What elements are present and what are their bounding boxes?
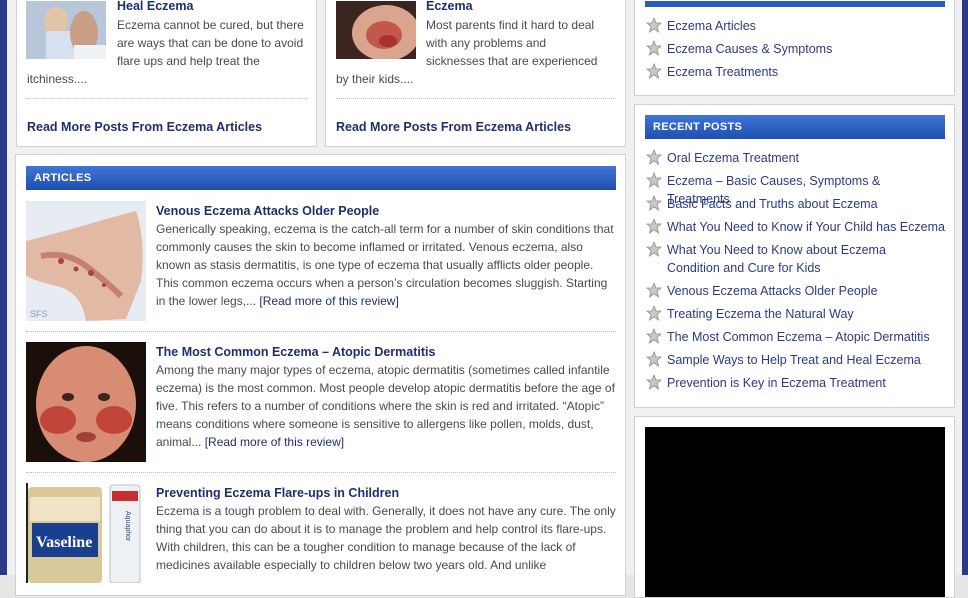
star-icon bbox=[646, 328, 662, 344]
article-title-2[interactable]: The Most Common Eczema – Atopic Dermatit… bbox=[156, 345, 435, 359]
recent-post-item[interactable]: Sample Ways to Help Treat and Heal Eczem… bbox=[646, 351, 921, 369]
star-icon bbox=[646, 305, 662, 321]
excerpt-line: are ways that can be done to avoid bbox=[117, 36, 304, 50]
video-player[interactable] bbox=[645, 427, 945, 597]
excerpt-line: Most parents find it hard to deal bbox=[426, 18, 595, 32]
excerpt-line: Eczema cannot be cured, but there bbox=[117, 18, 304, 32]
star-icon bbox=[646, 195, 662, 211]
recent-post-link[interactable]: The Most Common Eczema – Atopic Dermatit… bbox=[667, 328, 930, 346]
star-icon bbox=[646, 351, 662, 367]
star-icon bbox=[646, 241, 662, 257]
recent-post-link[interactable]: Treating Eczema the Natural Way bbox=[667, 305, 854, 323]
articles-section: ARTICLES SFS Venous Eczema Attacks Older… bbox=[15, 154, 626, 596]
top-post-excerpt-tail-1: itchiness.... bbox=[27, 72, 88, 86]
video-widget bbox=[634, 416, 955, 598]
recent-post-link[interactable]: Prevention is Key in Eczema Treatment bbox=[667, 374, 886, 392]
recent-post-link[interactable]: Oral Eczema Treatment bbox=[667, 149, 799, 167]
recent-post-item[interactable]: What You Need to Know if Your Child has … bbox=[646, 218, 945, 236]
star-icon bbox=[646, 63, 662, 79]
top-post-card-2: Eczema Most parents find it hard to deal… bbox=[325, 0, 626, 147]
category-item[interactable]: Eczema Causes & Symptoms bbox=[646, 40, 832, 58]
top-post-title-2[interactable]: Eczema bbox=[426, 0, 473, 13]
recent-post-link[interactable]: What You Need to Know about Eczema Condi… bbox=[667, 241, 942, 277]
article-title-1[interactable]: Venous Eczema Attacks Older People bbox=[156, 204, 379, 218]
thumbnail-caption: SFS bbox=[30, 309, 48, 319]
excerpt-line: with any problems and bbox=[426, 36, 547, 50]
article-read-more-2[interactable]: [Read more of this review] bbox=[205, 435, 344, 449]
category-label[interactable]: Eczema Articles bbox=[667, 17, 756, 35]
article-title-3[interactable]: Preventing Eczema Flare-ups in Children bbox=[156, 486, 399, 500]
recent-posts-header: RECENT POSTS bbox=[645, 115, 945, 139]
recent-post-item[interactable]: Oral Eczema Treatment bbox=[646, 149, 799, 167]
recent-post-link[interactable]: What You Need to Know if Your Child has … bbox=[667, 218, 945, 236]
category-label[interactable]: Eczema Treatments bbox=[667, 63, 778, 81]
recent-post-item[interactable]: Prevention is Key in Eczema Treatment bbox=[646, 374, 886, 392]
article-thumbnail-1[interactable]: SFS bbox=[26, 201, 146, 321]
top-post-excerpt-2: Most parents find it hard to deal with a… bbox=[426, 16, 621, 70]
article-body: Eczema is a tough problem to deal with. … bbox=[156, 504, 616, 572]
star-icon bbox=[646, 17, 662, 33]
star-icon bbox=[646, 374, 662, 390]
divider bbox=[336, 98, 616, 99]
categories-widget: Eczema Articles Eczema Causes & Symptoms… bbox=[634, 0, 955, 96]
recent-post-link[interactable]: Sample Ways to Help Treat and Heal Eczem… bbox=[667, 351, 921, 369]
recent-post-item[interactable]: Venous Eczema Attacks Older People bbox=[646, 282, 878, 300]
star-icon bbox=[646, 282, 662, 298]
top-post-thumbnail-1[interactable] bbox=[26, 1, 106, 59]
page-frame-right bbox=[962, 0, 968, 575]
category-label[interactable]: Eczema Causes & Symptoms bbox=[667, 40, 832, 58]
recent-post-item[interactable]: The Most Common Eczema – Atopic Dermatit… bbox=[646, 328, 930, 346]
vaseline-label: Vaseline bbox=[36, 534, 92, 551]
page-content: Heal Eczema Eczema cannot be cured, but … bbox=[7, 0, 962, 598]
top-post-read-more-2[interactable]: Read More Posts From Eczema Articles bbox=[336, 120, 571, 134]
recent-post-item[interactable]: Treating Eczema the Natural Way bbox=[646, 305, 854, 323]
articles-header: ARTICLES bbox=[26, 166, 616, 190]
recent-post-item[interactable]: What You Need to Know about Eczema Condi… bbox=[646, 241, 946, 277]
article-excerpt-1: Generically speaking, eczema is the catc… bbox=[156, 220, 618, 310]
page-frame-left bbox=[0, 0, 7, 575]
divider bbox=[26, 331, 616, 332]
category-item[interactable]: Eczema Treatments bbox=[646, 63, 778, 81]
article-excerpt-3: Eczema is a tough problem to deal with. … bbox=[156, 502, 618, 574]
recent-post-link[interactable]: Venous Eczema Attacks Older People bbox=[667, 282, 878, 300]
recent-post-link[interactable]: Basic Facts and Truths about Eczema bbox=[667, 195, 878, 213]
top-post-title-1[interactable]: Heal Eczema bbox=[117, 0, 193, 13]
excerpt-line: flare ups and help treat the bbox=[117, 54, 260, 68]
divider bbox=[27, 98, 307, 99]
category-item[interactable]: Eczema Articles bbox=[646, 17, 756, 35]
top-post-excerpt-tail-2: by their kids.... bbox=[336, 72, 414, 86]
star-icon bbox=[646, 218, 662, 234]
article-thumbnail-3[interactable]: Vaseline Aquaphor bbox=[26, 483, 146, 583]
star-icon bbox=[646, 172, 662, 188]
categories-header-bar bbox=[645, 1, 945, 7]
article-thumbnail-2[interactable] bbox=[26, 342, 146, 462]
excerpt-line: sicknesses that are experienced bbox=[426, 54, 598, 68]
recent-post-item[interactable]: Basic Facts and Truths about Eczema bbox=[646, 195, 878, 213]
article-read-more-1[interactable]: [Read more of this review] bbox=[259, 294, 398, 308]
top-post-excerpt-1: Eczema cannot be cured, but there are wa… bbox=[117, 16, 312, 70]
top-post-thumbnail-2[interactable] bbox=[336, 1, 416, 59]
top-post-read-more-1[interactable]: Read More Posts From Eczema Articles bbox=[27, 120, 262, 134]
recent-posts-widget: RECENT POSTS Oral Eczema Treatment Eczem… bbox=[634, 104, 955, 408]
aquaphor-label: Aquaphor bbox=[124, 511, 131, 542]
star-icon bbox=[646, 40, 662, 56]
star-icon bbox=[646, 149, 662, 165]
top-post-card-1: Heal Eczema Eczema cannot be cured, but … bbox=[16, 0, 317, 147]
divider bbox=[26, 472, 616, 473]
article-excerpt-2: Among the many major types of eczema, at… bbox=[156, 361, 618, 451]
